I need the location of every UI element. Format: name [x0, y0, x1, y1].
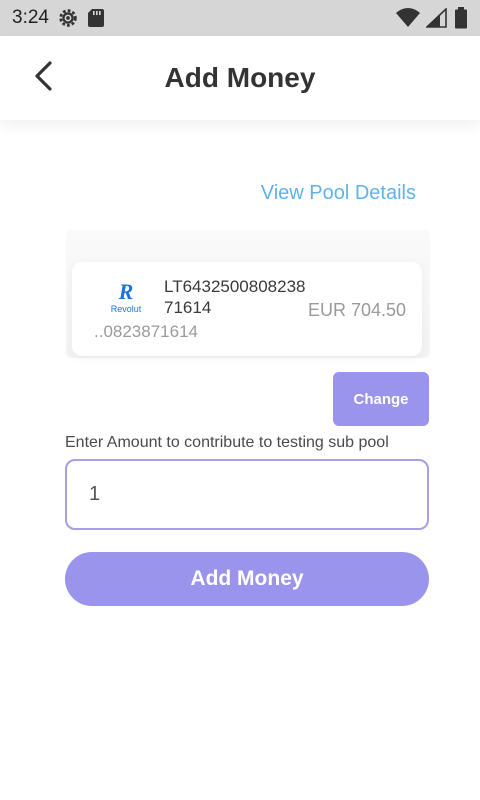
- status-bar: 3:24: [0, 0, 480, 36]
- view-pool-details-link[interactable]: View Pool Details: [261, 182, 416, 205]
- revolut-logo-icon: R Revolut: [108, 280, 144, 320]
- change-button[interactable]: Change: [333, 372, 429, 426]
- wifi-icon: [396, 8, 420, 28]
- back-button[interactable]: [24, 58, 64, 98]
- app-bar: Add Money: [0, 36, 480, 120]
- settings-gear-icon: [57, 7, 79, 29]
- status-right: [396, 7, 468, 29]
- amount-label: Enter Amount to contribute to testing su…: [65, 434, 389, 451]
- account-number: LT643250080823871614: [164, 277, 306, 317]
- bank-logo-name: Revolut: [110, 304, 142, 314]
- amount-input[interactable]: [65, 459, 429, 530]
- sd-card-icon: [87, 8, 105, 28]
- battery-icon: [454, 7, 468, 29]
- chevron-left-icon: [32, 60, 56, 97]
- account-balance: EUR 704.50: [307, 300, 406, 320]
- add-money-button[interactable]: Add Money: [65, 552, 429, 606]
- account-card[interactable]: R Revolut LT643250080823871614 ..0823871…: [72, 262, 422, 356]
- status-time: 3:24: [12, 7, 49, 28]
- status-left: 3:24: [12, 7, 105, 29]
- bank-logo-letter: R: [118, 279, 134, 304]
- cell-signal-icon: [426, 8, 448, 28]
- account-short-number: ..0823871614: [94, 322, 198, 341]
- page-title: Add Money: [164, 62, 316, 93]
